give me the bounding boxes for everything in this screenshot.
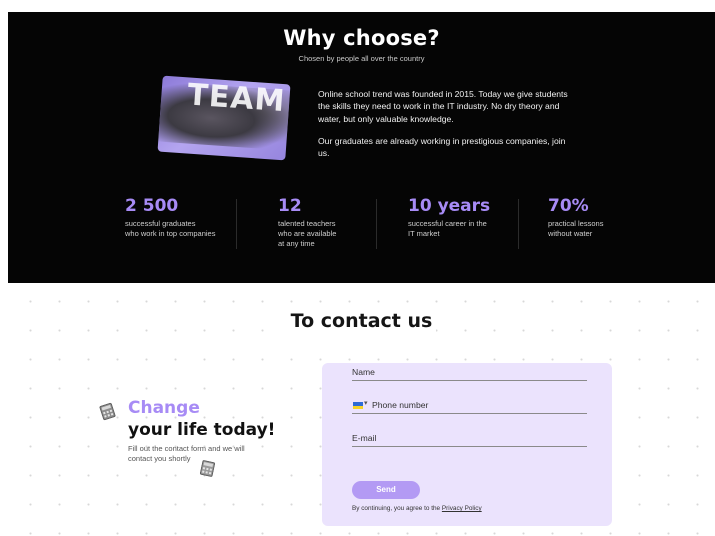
stat-value: 70% <box>548 196 589 216</box>
stat-description: practical lessons without water <box>548 219 603 239</box>
stat-description: successful graduates who work in top com… <box>125 219 215 239</box>
stat-line: who are available <box>278 229 337 238</box>
why-title: Why choose? <box>283 26 440 50</box>
stat-value: 10 years <box>408 196 491 216</box>
stat-description: successful career in the IT market <box>408 219 490 239</box>
contact-title-text: To contact us <box>286 310 437 332</box>
stat-line: IT market <box>408 229 440 238</box>
divider <box>236 199 237 249</box>
stat-line: without water <box>548 229 593 238</box>
privacy-agreement: By continuing, you agree to the Privacy … <box>352 505 482 512</box>
about-text: Online school trend was founded in 2015.… <box>318 88 578 169</box>
why-subtitle: Chosen by people all over the country <box>298 54 425 63</box>
privacy-policy-link[interactable]: Privacy Policy <box>442 505 482 512</box>
calculator-icon <box>199 460 216 477</box>
contact-lead: Change your life today! Fill out the con… <box>128 398 275 464</box>
send-button[interactable]: Send <box>352 481 420 499</box>
stat-teachers: 12 talented teachers who are available a… <box>278 196 336 249</box>
page: Why choose? Chosen by people all over th… <box>0 0 715 536</box>
divider <box>376 199 377 249</box>
phone-field[interactable]: ▾ Phone number <box>352 398 587 414</box>
why-choose-section: Why choose? Chosen by people all over th… <box>8 12 715 283</box>
stat-career: 10 years successful career in the IT mar… <box>408 196 490 239</box>
stat-value: 12 <box>278 196 302 216</box>
chevron-down-icon[interactable]: ▾ <box>364 399 368 407</box>
about-paragraph-1: Online school trend was founded in 2015.… <box>318 89 568 124</box>
name-field[interactable]: Name <box>352 365 587 381</box>
lead-heading: your life today! <box>128 420 276 440</box>
lead-text: Fill out the contact form and we will co… <box>128 444 245 463</box>
divider <box>518 199 519 249</box>
stat-graduates: 2 500 successful graduates who work in t… <box>125 196 215 239</box>
email-placeholder: E-mail <box>352 433 377 443</box>
contact-title: To contact us <box>8 310 715 332</box>
agree-text: By continuing, you agree to the <box>352 505 441 512</box>
stat-line: practical lessons <box>548 219 604 228</box>
about-paragraph-2: Our graduates are already working in pre… <box>318 135 566 159</box>
stat-line: at any time <box>278 239 315 248</box>
phone-placeholder: Phone number <box>372 400 429 410</box>
stat-description: talented teachers who are available at a… <box>278 219 336 249</box>
stat-value: 2 500 <box>125 196 179 216</box>
name-placeholder: Name <box>352 367 375 377</box>
team-photo: TEAM <box>157 75 291 161</box>
contact-section: To contact us Change your life today! Fi… <box>8 283 715 536</box>
calculator-icon <box>99 402 116 421</box>
stat-line: successful graduates <box>125 219 196 228</box>
team-photo-text: TEAM <box>186 77 287 120</box>
ukraine-flag-icon[interactable] <box>353 402 363 409</box>
email-field[interactable]: E-mail <box>352 431 587 447</box>
stat-practical: 70% practical lessons without water <box>548 196 603 239</box>
stat-line: talented teachers <box>278 219 336 228</box>
lead-heading-accent: Change <box>128 398 200 418</box>
stat-line: successful career in the <box>408 219 487 228</box>
contact-form: Name ▾ Phone number E-mail Send By conti… <box>322 363 612 526</box>
stat-line: who work in top companies <box>125 229 216 238</box>
